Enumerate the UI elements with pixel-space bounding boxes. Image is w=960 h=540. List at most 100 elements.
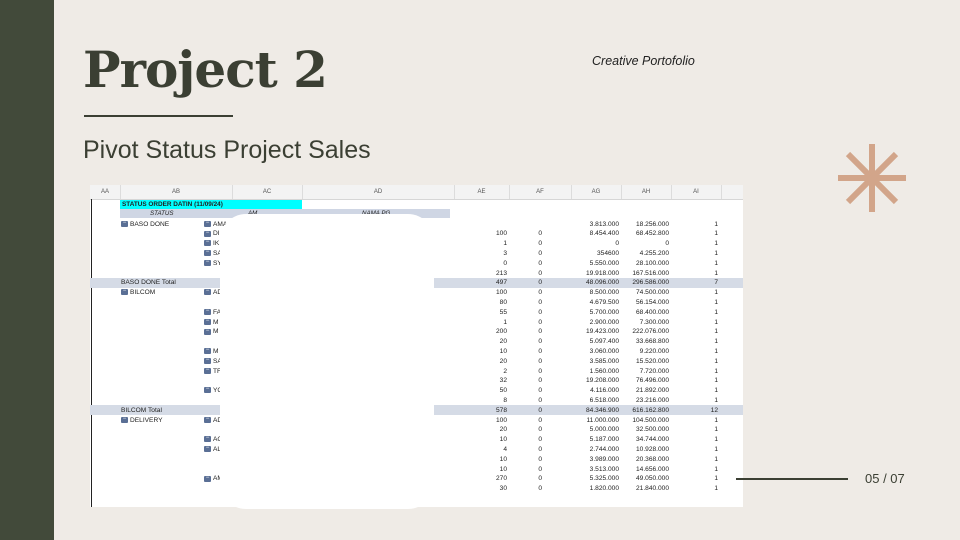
cell-ae: 10 [499,465,507,473]
collapse-icon[interactable]: − [204,308,211,315]
cell-ai: 1 [714,269,718,277]
cell-ag: 8.500.000 [589,289,619,297]
collapse-icon[interactable]: − [204,249,211,257]
collapse-icon[interactable]: − [204,367,211,374]
cell-af: 0 [538,416,542,424]
collapse-icon[interactable]: − [121,220,128,227]
cell-ag: 11.000.000 [586,416,619,424]
cell-status: − BASO DONE [121,219,170,228]
cell-ae: 213 [495,269,507,277]
cell-ag: 3.585.000 [589,357,619,365]
cell-ah: 21.892.000 [635,387,669,395]
cell-ai: 1 [714,445,718,453]
cell-ai: 1 [714,485,718,493]
cell-af: 0 [538,269,542,277]
cell-ah: 296.586.000 [632,279,669,287]
cell-af: 0 [538,249,542,257]
cell-ah: 68.400.000 [635,308,669,316]
cell-ai: 1 [714,387,718,395]
cell-ag: 5.700.000 [589,308,619,316]
collapse-icon[interactable]: − [121,416,128,423]
collapse-icon[interactable]: − [204,475,211,482]
cell-ag: 0 [615,240,619,248]
cell-ag: 4.679.500 [589,298,619,306]
collapse-icon[interactable]: − [204,357,211,364]
collapse-icon[interactable]: − [204,328,211,335]
cell-af: 0 [538,279,542,287]
cell-ae: 3 [503,249,507,257]
cell-ag: 2.900.000 [589,318,619,326]
cell-ae: 100 [495,230,507,238]
cell-ag: 4.116.000 [590,387,619,395]
cell-am: − DI [204,229,220,238]
cell-status: − BILCOM [121,288,156,297]
cell-am: − FA [204,307,222,316]
column-header: AI [693,189,699,195]
cell-af: 0 [538,367,542,375]
cell-ai: 1 [714,220,718,228]
cell-ai: 1 [714,259,718,267]
cell-af: 0 [538,289,542,297]
cell-ai: 1 [714,436,718,444]
cell-ag: 48.096.000 [585,279,619,287]
collapse-icon[interactable]: − [204,318,211,325]
cell-af: 0 [538,377,542,385]
collapse-icon[interactable]: − [204,435,211,443]
collapse-icon[interactable]: − [204,445,211,453]
cell-ag: 3.989.000 [589,455,619,463]
cell-ai: 1 [714,396,718,404]
cell-ah: 56.154.000 [635,298,669,306]
slide-subtitle: Pivot Status Project Sales [83,136,371,164]
cell-ai: 1 [714,240,718,248]
pager-line [736,478,848,480]
cell-af: 0 [538,230,542,238]
cell-af: 0 [538,387,542,395]
cell-ah: 7.720.000 [639,367,669,375]
cell-af: 0 [538,475,542,483]
cell-ah: 616.162.800 [632,406,669,414]
cell-ai: 1 [714,289,718,297]
collapse-icon[interactable]: − [204,288,211,296]
cell-am: − IK [204,239,220,248]
cell-ah: 68.452.800 [635,230,669,238]
cell-ag: 3.813.000 [589,220,619,228]
cell-ae: 1 [503,318,507,326]
cell-am: − M [204,317,219,326]
cell-ag: 1.560.000 [589,367,619,375]
cell-ah: 10.928.000 [635,445,669,453]
cell-af: 0 [538,347,542,355]
cell-ai: 1 [714,338,718,346]
column-header: AD [373,189,383,195]
collapse-icon[interactable]: − [204,259,211,266]
collapse-icon[interactable]: − [204,239,211,247]
collapse-icon[interactable]: − [121,288,128,296]
collapse-icon[interactable]: − [204,230,211,237]
cell-ag: 8.454.400 [589,230,619,238]
cell-ae: 20 [499,338,507,346]
cell-af: 0 [538,485,542,493]
cell-ag: 19.208.000 [585,377,619,385]
column-header: AG [591,189,601,195]
cell-af: 0 [538,338,542,346]
status-header: STATUS [150,210,174,217]
cell-ah: 33.668.800 [635,338,669,346]
collapse-icon[interactable]: − [204,386,211,394]
cell-ai: 12 [710,406,718,414]
cell-ai: 1 [714,377,718,385]
cell-ae: 270 [495,475,507,483]
cell-ae: 4 [503,445,507,453]
cell-ae: 20 [499,426,507,434]
cell-am: − M [204,347,219,355]
cell-af: 0 [538,406,542,414]
cell-af: 0 [538,240,542,248]
collapse-icon[interactable]: − [204,347,211,355]
cell-ag: 5.097.400 [589,338,619,346]
cell-ah: 18.256.000 [635,220,669,228]
collapse-icon[interactable]: − [204,220,211,227]
cell-ag: 1.820.000 [589,485,619,493]
cell-am: − TF [204,366,222,375]
cell-ai: 1 [714,298,718,306]
cell-ae: 100 [495,416,507,424]
collapse-icon[interactable]: − [204,416,211,423]
cell-ag: 2.744.000 [589,445,619,453]
